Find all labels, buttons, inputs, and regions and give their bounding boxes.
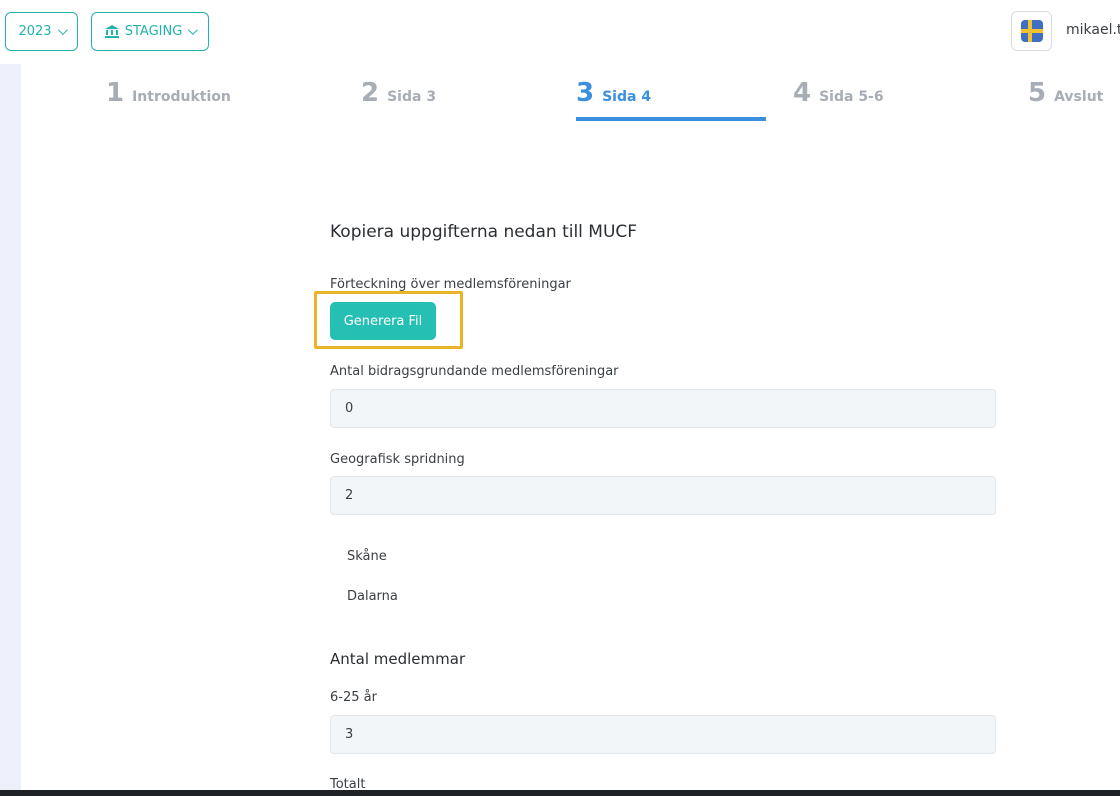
geo-field[interactable]: [330, 476, 996, 515]
step-number: 2: [361, 78, 380, 108]
year-selector[interactable]: 2023: [5, 12, 78, 51]
environment-label: STAGING: [124, 24, 183, 39]
file-label: Förteckning över medlemsföreningar: [330, 277, 571, 292]
active-step-indicator: [576, 117, 766, 121]
bank-icon: [104, 25, 119, 38]
count-field[interactable]: [330, 389, 996, 428]
username[interactable]: mikael.t: [1066, 22, 1120, 38]
region-item: Skåne: [347, 549, 387, 564]
step-3[interactable]: 3 Sida 4: [576, 78, 651, 122]
language-button[interactable]: [1011, 11, 1052, 51]
step-number: 5: [1028, 78, 1047, 108]
left-sidebar-strip: [0, 64, 21, 796]
step-label: Sida 5-6: [819, 89, 884, 105]
step-2[interactable]: 2 Sida 3: [361, 78, 436, 122]
members-heading: Antal medlemmar: [330, 650, 466, 668]
step-number: 4: [793, 78, 812, 108]
step-label: Sida 4: [602, 89, 652, 105]
step-label: Avslut: [1054, 89, 1104, 105]
environment-selector[interactable]: STAGING: [91, 12, 209, 51]
year-label: 2023: [18, 24, 52, 39]
chevron-down-icon: [57, 25, 68, 36]
bottom-bar: [0, 790, 1120, 796]
age-field[interactable]: [330, 715, 996, 754]
generate-file-button[interactable]: Generera Fil: [330, 302, 436, 340]
geo-label: Geografisk spridning: [330, 452, 465, 467]
chevron-down-icon: [188, 25, 199, 36]
sweden-flag-icon: [1020, 20, 1043, 42]
form-title: Kopiera uppgifterna nedan till MUCF: [330, 222, 638, 242]
step-label: Sida 3: [387, 89, 437, 105]
count-label: Antal bidragsgrundande medlemsföreningar: [330, 364, 619, 379]
step-number: 1: [106, 78, 125, 108]
step-number: 3: [576, 78, 595, 108]
age-label: 6-25 år: [330, 690, 377, 705]
top-bar: 2023 STAGING mikael.t: [0, 0, 1120, 64]
region-item: Dalarna: [347, 589, 398, 604]
step-4[interactable]: 4 Sida 5-6: [793, 78, 884, 122]
step-5[interactable]: 5 Avslut: [1028, 78, 1103, 122]
step-label: Introduktion: [132, 89, 231, 105]
step-1[interactable]: 1 Introduktion: [106, 78, 231, 122]
